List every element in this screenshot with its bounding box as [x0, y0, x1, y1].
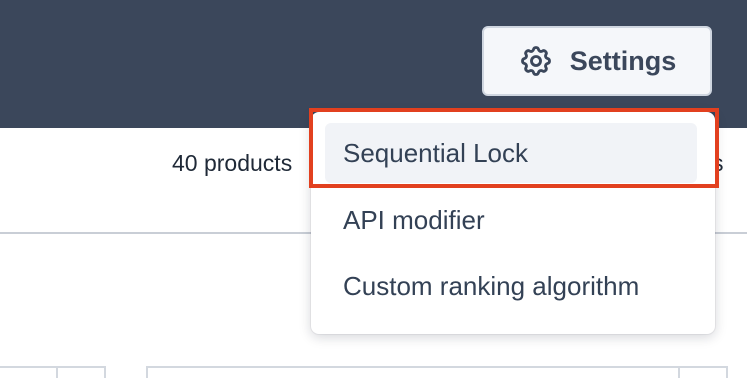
settings-button[interactable]: Settings	[482, 26, 712, 96]
settings-button-label: Settings	[569, 45, 677, 76]
table-header-cell	[0, 366, 58, 378]
menu-item-sequential-lock[interactable]: Sequential Lock	[325, 123, 697, 183]
table-header-cell	[678, 366, 728, 378]
top-header-bar: Settings	[0, 0, 747, 128]
gear-icon	[518, 43, 554, 79]
settings-dropdown-menu: Sequential Lock API modifier Custom rank…	[311, 112, 715, 334]
table-header-cell	[56, 366, 106, 378]
menu-item-label: Custom ranking algorithm	[343, 270, 640, 301]
menu-item-custom-ranking-algorithm[interactable]: Custom ranking algorithm	[325, 256, 697, 316]
menu-item-label: Sequential Lock	[343, 137, 529, 168]
menu-item-api-modifier[interactable]: API modifier	[325, 190, 697, 250]
product-count: 40 products	[172, 150, 293, 176]
table-header-cell	[146, 366, 680, 378]
menu-item-label: API modifier	[343, 204, 485, 235]
